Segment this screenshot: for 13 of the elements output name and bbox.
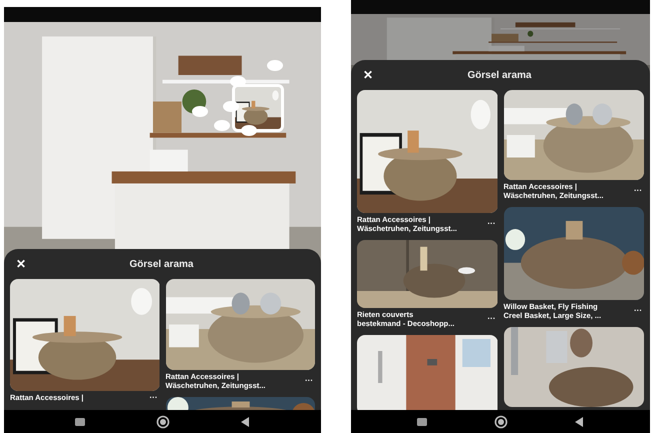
more-button[interactable]: ··· xyxy=(303,372,315,390)
more-button[interactable]: ··· xyxy=(486,215,498,233)
more-button[interactable]: ··· xyxy=(632,182,644,200)
close-button[interactable]: ✕ xyxy=(12,258,30,270)
selection-frame[interactable] xyxy=(232,84,284,132)
more-button[interactable]: ··· xyxy=(632,302,644,320)
home-button[interactable] xyxy=(156,414,170,428)
close-button[interactable]: ✕ xyxy=(359,69,377,81)
home-button[interactable] xyxy=(494,414,508,428)
sheet-title: Görsel arama xyxy=(128,258,194,272)
more-button[interactable]: ··· xyxy=(486,310,498,328)
more-button[interactable]: ··· xyxy=(148,393,160,402)
sheet-title: Görsel arama xyxy=(466,68,532,82)
